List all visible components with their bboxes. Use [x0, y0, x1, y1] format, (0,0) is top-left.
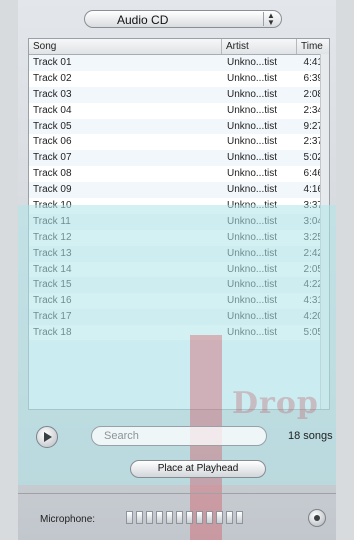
cell-song: Track 10	[33, 200, 72, 212]
song-list-header: Song Artist Time	[29, 39, 329, 55]
cell-song: Track 18	[33, 327, 72, 339]
drop-watermark: Drop	[232, 386, 319, 421]
record-button[interactable]	[308, 509, 326, 527]
meter-segment	[146, 511, 153, 524]
play-icon	[44, 432, 52, 442]
cell-song: Track 05	[33, 120, 72, 132]
table-row[interactable]: Track 18 Unkno...tist 5:05	[29, 325, 329, 342]
right-margin	[336, 0, 354, 540]
meter-segment	[166, 511, 173, 524]
meter-segment	[126, 511, 133, 524]
table-row[interactable]: Track 06 Unkno...tist 2:37	[29, 134, 329, 151]
cell-song: Track 01	[33, 57, 72, 68]
cell-song: Track 16	[33, 295, 72, 307]
cell-song: Track 09	[33, 184, 72, 196]
search-input[interactable]: Search	[91, 426, 267, 446]
column-header-song[interactable]: Song	[29, 39, 222, 54]
cell-artist: Unkno...tist	[227, 136, 278, 148]
table-row[interactable]: Track 17 Unkno...tist 4:20	[29, 309, 329, 326]
table-row[interactable]: Track 08 Unkno...tist 6:46	[29, 166, 329, 183]
cell-artist: Unkno...tist	[227, 57, 278, 68]
cell-artist: Unkno...tist	[227, 168, 278, 180]
cell-artist: Unkno...tist	[227, 152, 278, 164]
chevron-updown-icon: ▲ ▼	[263, 12, 278, 27]
cell-artist: Unkno...tist	[227, 311, 278, 323]
cell-artist: Unkno...tist	[227, 215, 278, 227]
meter-segment	[206, 511, 213, 524]
meter-segment	[156, 511, 163, 524]
cell-artist: Unkno...tist	[227, 184, 278, 196]
table-row[interactable]: Track 02 Unkno...tist 6:39	[29, 70, 329, 87]
song-count: 18 songs	[288, 430, 333, 442]
meter-segment	[236, 511, 243, 524]
table-row[interactable]: Track 09 Unkno...tist 4:16	[29, 182, 329, 199]
cell-song: Track 12	[33, 231, 72, 243]
table-row[interactable]: Track 11 Unkno...tist 3:04	[29, 213, 329, 230]
cell-artist: Unkno...tist	[227, 279, 278, 291]
table-row[interactable]: Track 12 Unkno...tist 3:25	[29, 229, 329, 246]
vertical-scrollbar[interactable]	[320, 54, 329, 409]
table-row[interactable]: Track 16 Unkno...tist 4:31	[29, 293, 329, 310]
cell-song: Track 07	[33, 152, 72, 164]
cell-artist: Unkno...tist	[227, 200, 278, 212]
source-popup-label: Audio CD	[117, 13, 169, 27]
cell-song: Track 11	[33, 215, 71, 227]
meter-segment	[216, 511, 223, 524]
source-popup[interactable]: Audio CD ▲ ▼	[84, 10, 282, 28]
cell-song: Track 02	[33, 72, 72, 84]
table-row[interactable]: Track 05 Unkno...tist 9:27	[29, 118, 329, 135]
table-row[interactable]: Track 10 Unkno...tist 3:37	[29, 198, 329, 214]
column-header-artist[interactable]: Artist	[222, 39, 297, 54]
meter-segment	[196, 511, 203, 524]
meter-segment	[136, 511, 143, 524]
table-row[interactable]: Track 14 Unkno...tist 2:05	[29, 261, 329, 278]
cell-artist: Unkno...tist	[227, 247, 278, 259]
cell-song: Track 06	[33, 136, 72, 148]
cell-artist: Unkno...tist	[227, 295, 278, 307]
song-list[interactable]: Song Artist Time Track 01 Unkno...tist 4:4…	[28, 38, 330, 410]
column-header-time[interactable]: Time	[297, 39, 329, 54]
table-row[interactable]: Track 03 Unkno...tist 2:08	[29, 86, 329, 103]
cell-artist: Unkno...tist	[227, 231, 278, 243]
place-at-playhead-button[interactable]: Place at Playhead	[130, 460, 266, 478]
divider	[18, 493, 336, 494]
table-row[interactable]: Track 13 Unkno...tist 2:42	[29, 245, 329, 262]
song-rows: Track 01 Unkno...tist 4:41 Track 02 Unkno...…	[29, 55, 329, 342]
microphone-level-meter	[126, 511, 243, 524]
cell-song: Track 03	[33, 88, 72, 100]
meter-segment	[176, 511, 183, 524]
cell-artist: Unkno...tist	[227, 72, 278, 84]
left-margin	[0, 0, 18, 540]
cell-artist: Unkno...tist	[227, 327, 278, 339]
cell-artist: Unkno...tist	[227, 88, 278, 100]
record-icon	[314, 515, 320, 521]
cell-artist: Unkno...tist	[227, 104, 278, 116]
cell-song: Track 13	[33, 247, 72, 259]
table-row[interactable]: Track 07 Unkno...tist 5:02	[29, 150, 329, 167]
cell-song: Track 14	[33, 263, 72, 275]
cell-song: Track 04	[33, 104, 72, 116]
cell-song: Track 15	[33, 279, 72, 291]
cell-artist: Unkno...tist	[227, 263, 278, 275]
meter-segment	[186, 511, 193, 524]
meter-segment	[226, 511, 233, 524]
table-row[interactable]: Track 01 Unkno...tist 4:41	[29, 55, 329, 71]
media-browser-panel: Audio CD ▲ ▼ Song Artist Time Track 01 Unk…	[18, 0, 336, 540]
table-row[interactable]: Track 04 Unkno...tist 2:34	[29, 102, 329, 119]
cell-song: Track 17	[33, 311, 72, 323]
cell-song: Track 08	[33, 168, 72, 180]
microphone-label: Microphone:	[40, 514, 96, 525]
table-row[interactable]: Track 15 Unkno...tist 4:22	[29, 277, 329, 294]
cell-artist: Unkno...tist	[227, 120, 278, 132]
play-button[interactable]	[36, 426, 58, 448]
source-bar: Audio CD ▲ ▼	[18, 0, 336, 38]
